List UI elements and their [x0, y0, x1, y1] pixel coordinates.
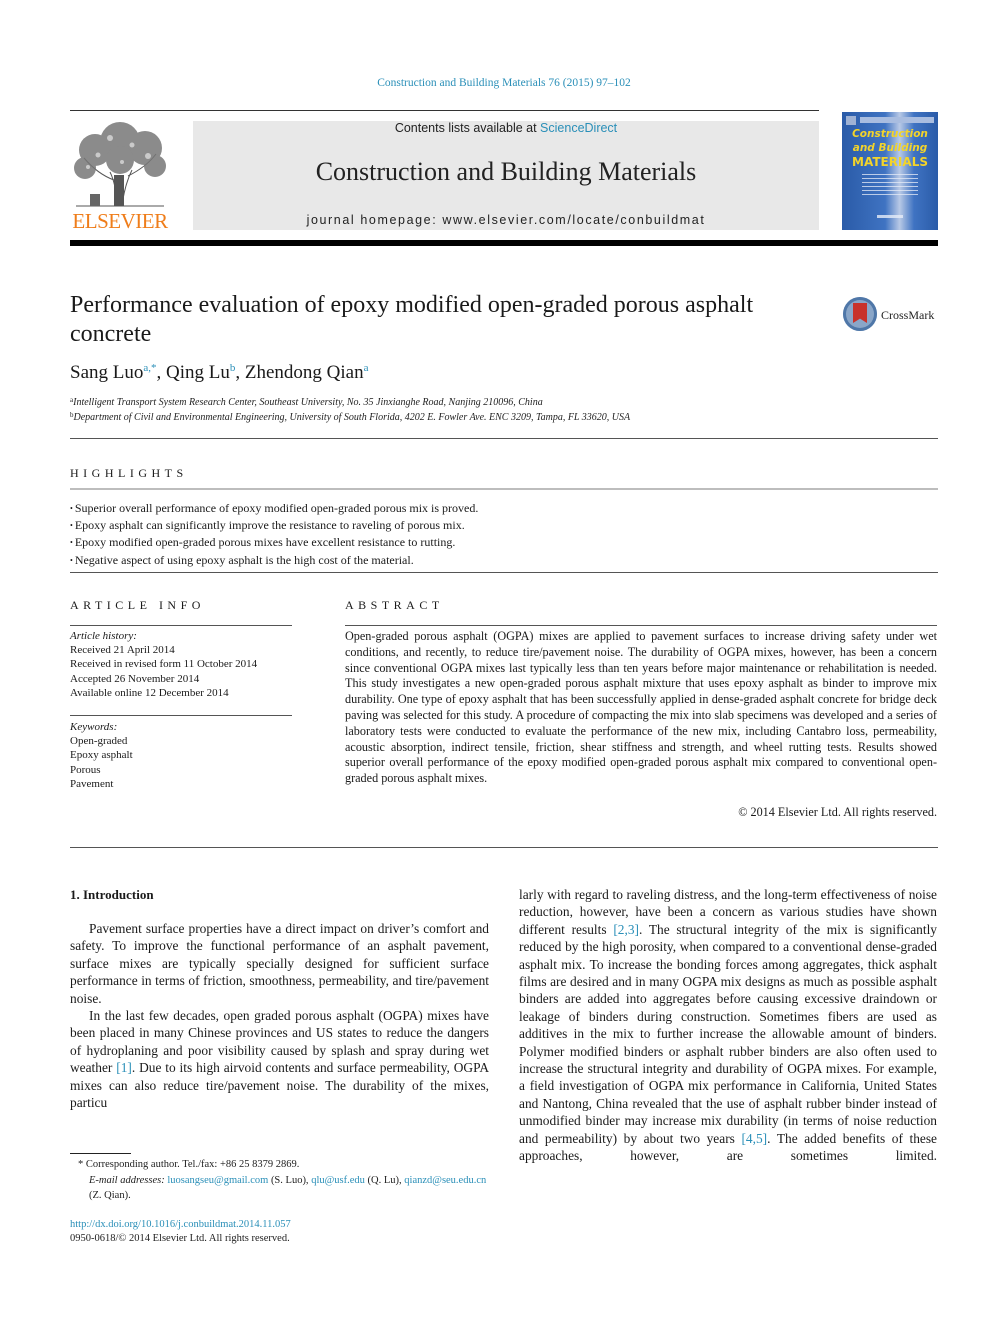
- footnote-rule: [70, 1153, 131, 1154]
- crossmark-label[interactable]: CrossMark: [881, 308, 934, 323]
- cover-footer-mark: [877, 215, 903, 218]
- history-entry: Accepted 26 November 2014: [70, 672, 200, 685]
- affiliation: aIntelligent Transport System Research C…: [70, 396, 543, 408]
- issn-copyright: 0950-0618/© 2014 Elsevier Ltd. All right…: [70, 1233, 290, 1244]
- body-paragraph: Pavement surface properties have a direc…: [70, 921, 489, 1006]
- elsevier-wordmark: ELSEVIER: [72, 209, 168, 233]
- keywords: Keywords: Open-graded Epoxy asphalt Poro…: [70, 720, 133, 791]
- highlights-list: Superior overall performance of epoxy mo…: [70, 500, 479, 569]
- journal-cover-thumbnail[interactable]: Construction and Building MATERIALS: [842, 112, 938, 230]
- history-entry: Received 21 April 2014: [70, 644, 175, 657]
- section-heading: 1. Introduction: [70, 887, 154, 902]
- body-text: . Due to its high air­void contents and …: [70, 1060, 489, 1111]
- highlight-item: Superior overall performance of epoxy mo…: [70, 500, 479, 517]
- article-history: Article history: Received 21 April 2014 …: [70, 629, 257, 700]
- highlights-heading: HIGHLIGHTS: [70, 466, 188, 480]
- body-paragraph: In the last few decades, open graded por…: [70, 1007, 489, 1111]
- article-info-heading: ARTICLE INFO: [70, 598, 205, 612]
- header-thick-rule: [70, 240, 938, 246]
- email-label: E-mail addresses:: [89, 1174, 168, 1186]
- author-name: Sang Luo: [70, 362, 144, 383]
- email-link[interactable]: qlu@usf.edu: [311, 1175, 365, 1186]
- article-info-rule: [70, 625, 292, 626]
- email-owner: (Z. Qian).: [89, 1190, 131, 1201]
- email-addresses: E-mail addresses: luosangseu@gmail.com (…: [70, 1173, 489, 1204]
- journal-title: Construction and Building Materials: [315, 157, 697, 186]
- section-divider: [70, 847, 938, 848]
- footnotes: * Corresponding author. Tel./fax: +86 25…: [70, 1157, 489, 1204]
- header-rule: [70, 110, 819, 111]
- cover-fine-print: [862, 174, 918, 196]
- journal-homepage: journal homepage: www.elsevier.com/locat…: [306, 213, 706, 227]
- cover-title: Construction and Building MATERIALS: [842, 127, 938, 169]
- history-entry: Received in revised form 11 October 2014: [70, 658, 258, 671]
- abstract-heading: ABSTRACT: [345, 598, 444, 612]
- journal-citation-link[interactable]: Construction and Building Materials 76 (…: [0, 77, 992, 89]
- body-column-right: larly with regard to raveling distress, …: [519, 886, 937, 1165]
- article-history-label: Article history:: [70, 630, 137, 642]
- highlight-item: Epoxy asphalt can significantly improve …: [70, 517, 478, 534]
- keyword: Pavement: [70, 777, 114, 790]
- keyword: Porous: [70, 763, 101, 776]
- cover-publisher-icon: [846, 116, 856, 125]
- cover-top-bar: [860, 117, 934, 123]
- citation-link[interactable]: [4,5]: [741, 1131, 767, 1146]
- body-text: . The structural integrity of the mix is…: [519, 921, 937, 1146]
- keyword: Epoxy asphalt: [70, 749, 133, 762]
- highlight-item: Epoxy modified open-graded porous mixes …: [70, 534, 478, 551]
- keyword: Open-graded: [70, 735, 128, 748]
- section-divider: [70, 572, 938, 573]
- abstract-text: Open-graded porous asphalt (OGPA) mixes …: [345, 629, 937, 786]
- citation-link[interactable]: [2,3]: [613, 922, 639, 937]
- highlight-item: Negative aspect of using epoxy asphalt i…: [70, 552, 478, 569]
- author-name: Qing Lu: [166, 362, 230, 383]
- article-title: Performance evaluation of epoxy modified…: [70, 292, 754, 347]
- body-column-left: Pavement surface properties have a direc…: [70, 920, 489, 1111]
- abstract-rule: [345, 625, 937, 626]
- email-link[interactable]: qianzd@seu.edu.cn: [404, 1175, 486, 1186]
- affiliation-text: Department of Civil and Environmental En…: [73, 412, 631, 423]
- cover-title-line: Construction: [852, 128, 928, 140]
- author-name: Zhendong Qian: [244, 362, 364, 383]
- highlights-rule: [70, 488, 938, 490]
- affiliation-text: Intelligent Transport System Research Ce…: [73, 397, 543, 408]
- email-owner: (S. Luo),: [268, 1174, 312, 1186]
- history-entry: Available online 12 December 2014: [70, 686, 229, 699]
- corresponding-author-note: * Corresponding author. Tel./fax: +86 25…: [78, 1159, 300, 1170]
- keywords-label: Keywords:: [70, 721, 118, 733]
- email-owner: (Q. Lu),: [364, 1174, 405, 1186]
- citation-link[interactable]: [1]: [116, 1060, 132, 1075]
- contents-prefix: Contents lists available at: [394, 121, 541, 135]
- email-link[interactable]: luosangseu@gmail.com: [167, 1175, 268, 1186]
- article-info-rule: [70, 715, 292, 716]
- sciencedirect-link[interactable]: ScienceDirect: [540, 121, 617, 135]
- contents-availability: Contents lists available at ScienceDirec…: [193, 121, 819, 135]
- author-affiliation-link[interactable]: a,*: [143, 362, 156, 374]
- author-affiliation-link[interactable]: a: [364, 362, 369, 374]
- cover-title-line: MATERIALS: [852, 155, 928, 169]
- author-list: Sang Luoa,*, Qing Lub, Zhendong Qiana: [70, 362, 369, 383]
- affiliation: bDepartment of Civil and Environmental E…: [70, 411, 630, 423]
- body-paragraph: larly with regard to raveling distress, …: [519, 886, 937, 1165]
- section-divider: [70, 438, 938, 439]
- author-affiliation-link[interactable]: b: [230, 362, 236, 374]
- cover-title-line: and Building: [852, 142, 928, 154]
- abstract-copyright: © 2014 Elsevier Ltd. All rights reserved…: [738, 805, 937, 819]
